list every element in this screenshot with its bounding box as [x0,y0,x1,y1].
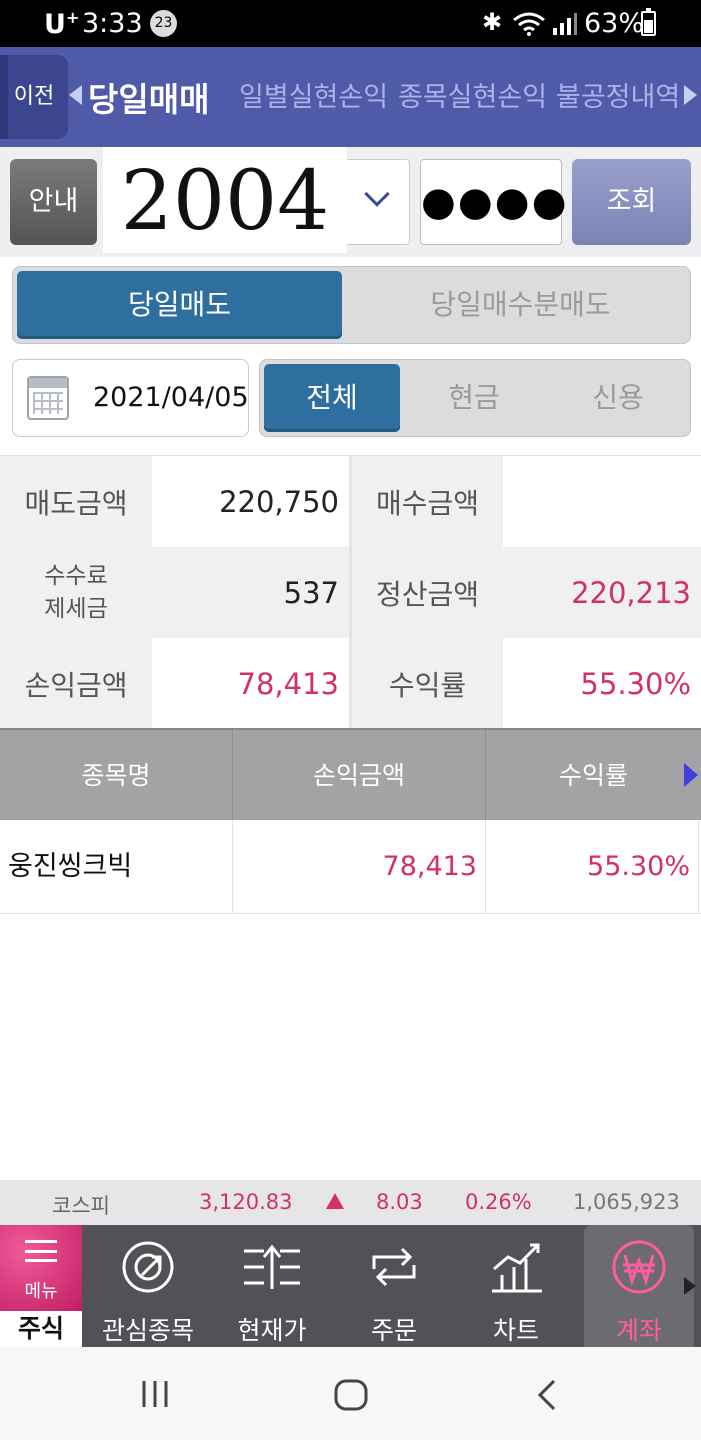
index-value: 3,120.83 [199,1190,293,1214]
tab-unfair-trading[interactable]: 불공정내역 [556,75,680,114]
guide-button[interactable]: 안내 [10,159,97,245]
row-return-rate: 55.30% [486,820,699,914]
nav-current-price[interactable]: 현재가 [222,1225,322,1347]
bottom-navigation: 메뉴 주식 관심종목 현재가 주문 차트 계좌 [0,1225,701,1347]
settle-amount-value: 220,213 [503,547,701,638]
watchlist-icon [122,1241,174,1293]
trade-type-segment: 당일매도 당일매수분매도 [12,266,691,344]
nav-order[interactable]: 주문 [344,1225,444,1347]
segment-today-sell[interactable]: 당일매도 [17,271,342,339]
bluetooth-icon: ✱ [482,8,503,36]
tab-daily-trades[interactable]: 당일매매 [88,73,209,121]
nav-chart[interactable]: 차트 [466,1225,566,1347]
buy-amount-value [503,456,701,547]
col-return-rate[interactable]: 수익률 [486,730,701,822]
return-rate-label: 수익률 [352,638,503,729]
sell-amount-value: 220,750 [152,456,349,547]
home-icon[interactable] [334,1379,368,1411]
price-icon [244,1244,300,1289]
back-button[interactable]: 이전 [0,55,68,139]
signal-icon [553,13,577,35]
index-change: 8.03 [376,1190,423,1214]
segment-cash[interactable]: 현금 [406,364,542,432]
market-index-ticker[interactable]: 코스피 3,120.83 8.03 0.26% 1,065,923 [0,1180,701,1225]
date-value: 2021/04/05 [93,382,249,413]
nav-account[interactable]: 계좌 [584,1225,694,1347]
segment-today-buy-sell[interactable]: 당일매수분매도 [353,271,688,339]
carrier-label: U+ [44,8,80,40]
query-button[interactable]: 조회 [572,159,691,245]
settle-amount-label: 정산금액 [352,547,503,638]
won-account-icon [612,1240,666,1294]
settlement-type-segment: 전체 현금 신용 [259,359,691,437]
next-columns-icon[interactable] [684,763,698,787]
status-bar: U+ 3:33 23 ✱ 63% [0,0,701,47]
return-rate-value: 55.30% [503,638,701,729]
fee-tax-label: 수수료 제세금 [0,547,152,638]
system-navigation-bar [0,1347,701,1440]
order-icon [372,1247,416,1287]
sell-amount-label: 매도금액 [0,456,152,547]
battery-percent: 63% [584,8,645,39]
up-arrow-icon [326,1193,344,1209]
notification-count-badge: 23 [150,10,177,37]
segment-all[interactable]: 전체 [264,364,400,432]
row-pnl: 78,413 [233,820,486,914]
fee-tax-value: 537 [152,547,349,638]
battery-icon [641,8,656,36]
clock: 3:33 [82,8,143,39]
password-field[interactable]: ●●●● [420,159,567,245]
screen-header: 이전 당일매매 일별실현손익 종목실현손익 불공정내역 [0,47,701,147]
hamburger-icon [25,1240,57,1262]
summary-divider [349,456,352,728]
wifi-icon [513,12,545,36]
market-selector[interactable]: 주식 [0,1311,82,1347]
chart-icon [492,1243,542,1293]
nav-watchlist[interactable]: 관심종목 [96,1225,200,1347]
recent-apps-icon[interactable] [140,1379,170,1409]
back-icon[interactable] [536,1379,558,1411]
buy-amount-label: 매수금액 [352,456,503,547]
index-name: 코스피 [52,1194,110,1218]
table-header: 종목명 손익금액 수익률 [0,728,701,822]
segment-credit[interactable]: 신용 [550,364,686,432]
pnl-label: 손익금액 [0,638,152,729]
tab-scroll-right-icon[interactable] [684,85,697,105]
summary-grid: 매도금액 220,750 매수금액 수수료 제세금 537 정산금액 220,21… [0,455,701,729]
calendar-icon [27,376,69,420]
nav-more-icon[interactable] [684,1277,696,1295]
menu-button[interactable]: 메뉴 [0,1225,82,1311]
col-stock-name[interactable]: 종목명 [0,730,233,822]
index-change-pct: 0.26% [465,1190,532,1214]
pnl-value: 78,413 [152,638,349,729]
tab-scroll-left-icon[interactable] [69,85,82,105]
index-volume: 1,065,923 [573,1190,680,1214]
account-query-bar: 안내 2004 ●●●● 조회 [0,147,701,257]
tab-stock-realized-pnl[interactable]: 종목실현손익 [398,75,547,114]
table-row[interactable]: 웅진씽크빅 78,413 55.30% [0,820,701,914]
col-pnl[interactable]: 손익금액 [233,730,486,822]
date-picker[interactable]: 2021/04/05 [12,359,249,437]
tab-daily-realized-pnl[interactable]: 일별실현손익 [239,75,388,114]
row-stock-name: 웅진씽크빅 [0,820,233,914]
account-number: 2004 [103,147,347,253]
